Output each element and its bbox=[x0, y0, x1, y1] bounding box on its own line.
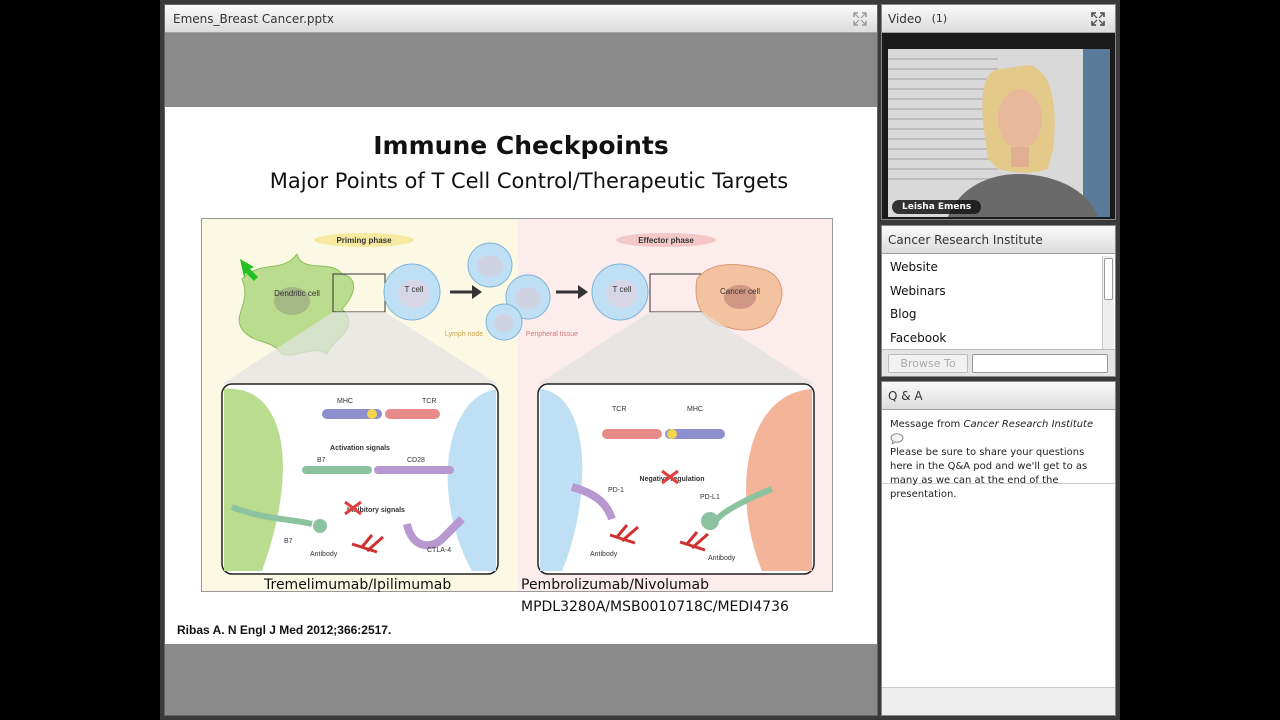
slide: Immune Checkpoints Major Points of T Cel… bbox=[165, 107, 877, 644]
presenter-name-tag: Leisha Emens bbox=[892, 200, 982, 214]
lymph-node-label: Lymph node bbox=[445, 331, 483, 338]
link-list-scrollbar[interactable] bbox=[1102, 256, 1114, 349]
link-list: Website Webinars Blog Facebook bbox=[882, 256, 1102, 349]
antibody-left-label: Antibody bbox=[310, 551, 338, 558]
dendritic-cell-label: Dendritic cell bbox=[274, 289, 320, 298]
b7-bottom-label: B7 bbox=[284, 538, 293, 545]
qa-message-header: Message from Cancer Research Institute bbox=[890, 418, 1107, 446]
tcr-left-label: TCR bbox=[422, 398, 436, 405]
video-feed: Leisha Emens bbox=[888, 49, 1110, 217]
slide-subtitle: Major Points of T Cell Control/Therapeut… bbox=[269, 169, 789, 193]
checkpoint-diagram: Priming phase Effector phase Dendritic c… bbox=[202, 219, 832, 591]
video-pod-header: Video (1) bbox=[882, 5, 1115, 33]
link-item-blog[interactable]: Blog bbox=[882, 303, 1102, 327]
browse-row: Browse To bbox=[882, 349, 1115, 376]
pdl1-label: PD-L1 bbox=[700, 494, 720, 501]
qa-footer bbox=[882, 687, 1115, 715]
cd28-label: CD28 bbox=[407, 457, 425, 464]
qa-message-prefix: Message from bbox=[890, 419, 961, 430]
share-pod: Emens_Breast Cancer.pptx Immune Checkpoi… bbox=[164, 4, 878, 716]
qa-pod: Q & A Message from Cancer Research Insti… bbox=[881, 381, 1116, 716]
links-pod-header: Cancer Research Institute bbox=[882, 226, 1115, 254]
peripheral-tissue-label: Peripheral tissue bbox=[526, 331, 578, 338]
slide-title: Immune Checkpoints bbox=[373, 131, 669, 160]
links-pod: Cancer Research Institute Website Webina… bbox=[881, 225, 1116, 377]
video-count: (1) bbox=[931, 12, 948, 25]
qa-pod-header: Q & A bbox=[882, 382, 1115, 410]
drug-right-label: Pembrolizumab/Nivolumab bbox=[521, 577, 709, 593]
tcr-right-label: TCR bbox=[612, 406, 626, 413]
qa-message-body: Please be sure to share your questions h… bbox=[890, 447, 1088, 500]
browse-to-button[interactable]: Browse To bbox=[888, 354, 968, 373]
t-cell-2-label: T cell bbox=[613, 285, 632, 294]
video-pod: Video (1) Leisha Emens bbox=[881, 4, 1116, 220]
video-pod-title: Video bbox=[888, 11, 922, 26]
antibody-right-2-label: Antibody bbox=[708, 555, 736, 562]
share-pod-header: Emens_Breast Cancer.pptx bbox=[165, 5, 877, 33]
speech-bubble-icon bbox=[890, 432, 904, 445]
mhc-right-label: MHC bbox=[687, 406, 703, 413]
effector-phase-label: Effector phase bbox=[638, 236, 694, 245]
presenter-video bbox=[888, 49, 1110, 217]
b7-top-label: B7 bbox=[317, 457, 326, 464]
cancer-cell-label: Cancer cell bbox=[720, 287, 760, 296]
link-item-website[interactable]: Website bbox=[882, 256, 1102, 280]
mhc-left-label: MHC bbox=[337, 398, 353, 405]
priming-phase-label: Priming phase bbox=[336, 236, 392, 245]
qa-message: Message from Cancer Research Institute P… bbox=[882, 412, 1115, 500]
drug-left-label: Tremelimumab/Ipilimumab bbox=[264, 577, 452, 593]
link-item-webinars[interactable]: Webinars bbox=[882, 280, 1102, 304]
fullscreen-icon-video[interactable] bbox=[1091, 12, 1105, 26]
scrollbar-thumb[interactable] bbox=[1104, 258, 1113, 300]
pd1-label: PD-1 bbox=[608, 487, 624, 494]
qa-pod-title: Q & A bbox=[888, 388, 923, 403]
fullscreen-icon[interactable] bbox=[853, 12, 867, 26]
share-pod-title: Emens_Breast Cancer.pptx bbox=[173, 11, 334, 26]
checkpoint-figure: Priming phase Effector phase Dendritic c… bbox=[201, 218, 833, 592]
qa-message-sender: Cancer Research Institute bbox=[963, 419, 1094, 430]
activation-signals-label: Activation signals bbox=[330, 445, 390, 452]
ctla4-label: CTLA-4 bbox=[427, 547, 451, 554]
antibody-right-1-label: Antibody bbox=[590, 551, 618, 558]
link-item-facebook[interactable]: Facebook bbox=[882, 327, 1102, 350]
url-input[interactable] bbox=[972, 354, 1108, 373]
drug-right-2-label: MPDL3280A/MSB0010718C/MEDI4736 bbox=[521, 599, 789, 615]
t-cell-label: T cell bbox=[405, 285, 424, 294]
links-pod-title: Cancer Research Institute bbox=[888, 232, 1043, 247]
citation: Ribas A. N Engl J Med 2012;366:2517. bbox=[177, 623, 392, 637]
